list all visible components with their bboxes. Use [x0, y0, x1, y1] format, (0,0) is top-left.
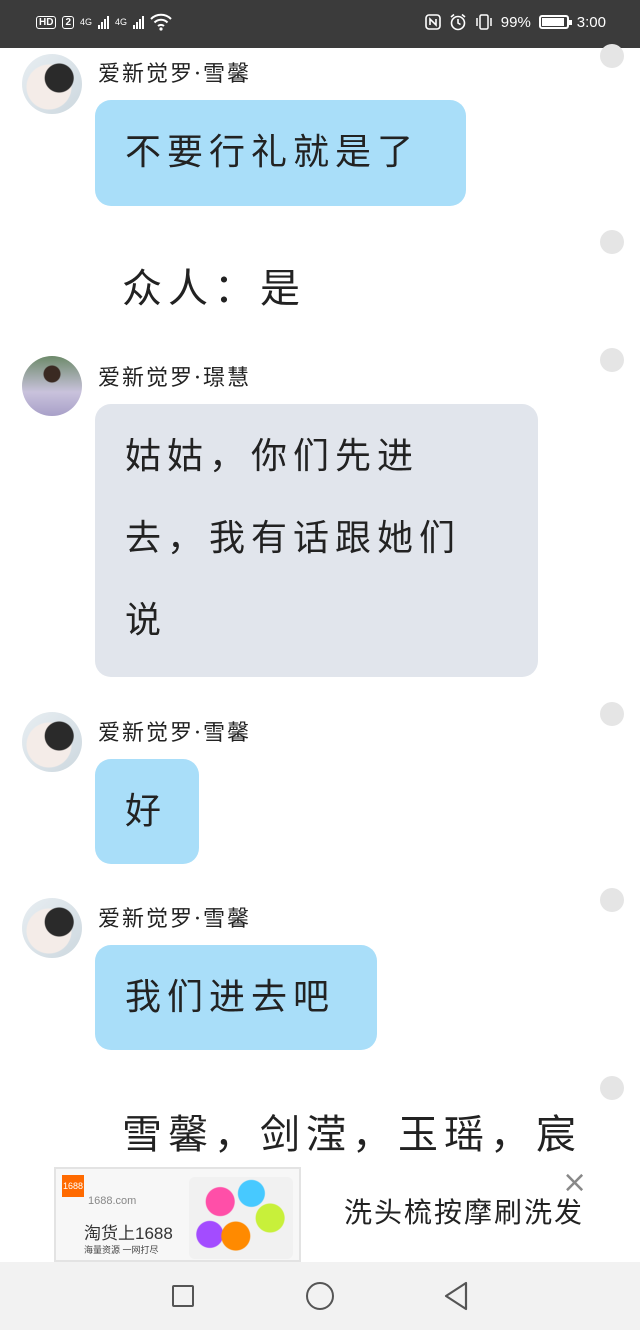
ad-banner[interactable]: 1688 1688.com 淘货上1688 海量资源 一网打尽 × 洗头梳按摩刷…: [0, 1165, 640, 1262]
status-bar: HD 2 4G 4G 99% 3:00: [0, 0, 640, 48]
message-line: 去，我有话跟她们: [125, 518, 462, 559]
recents-icon[interactable]: [172, 1285, 194, 1307]
select-dot[interactable]: [600, 888, 624, 912]
select-dot[interactable]: [600, 230, 624, 254]
ad-subline: 海量资源 一网打尽: [84, 1245, 159, 1255]
nfc-icon: [424, 14, 441, 30]
avatar[interactable]: [22, 356, 82, 416]
avatar[interactable]: [22, 54, 82, 114]
message-line: 说: [125, 600, 168, 641]
network-type-2: 4G: [115, 17, 128, 27]
sender-name: 爱新觉罗·雪馨: [98, 721, 251, 746]
avatar[interactable]: [22, 898, 82, 958]
select-dot[interactable]: [600, 44, 624, 68]
battery-icon: [538, 15, 572, 29]
vibrate-icon: [476, 14, 492, 30]
signal-icon: [133, 15, 145, 29]
navigation-bar: [0, 1262, 640, 1330]
sender-name: 爱新觉罗·雪馨: [98, 62, 251, 87]
message-bubble[interactable]: 不要行礼就是了: [95, 100, 466, 206]
wifi-icon: [150, 13, 172, 31]
sender-name: 爱新觉罗·雪馨: [98, 907, 251, 932]
ad-image[interactable]: 1688 1688.com 淘货上1688 海量资源 一网打尽: [54, 1167, 301, 1262]
message-line: 姑姑，你们先进: [125, 436, 420, 477]
narration-text[interactable]: 雪馨，剑滢，玉瑶，宸: [122, 1102, 582, 1160]
battery-percent: 99%: [500, 13, 531, 31]
message-bubble[interactable]: 好: [95, 759, 199, 864]
home-icon[interactable]: [306, 1282, 334, 1310]
sender-name: 爱新觉罗·璟慧: [98, 366, 251, 391]
network-type-1: 4G: [80, 17, 93, 27]
clock: 3:00: [576, 13, 606, 31]
select-dot[interactable]: [600, 1076, 624, 1100]
ad-url: 1688.com: [88, 1195, 137, 1207]
back-icon[interactable]: [442, 1280, 470, 1312]
signal-icon: [98, 15, 110, 29]
ad-product-image: [189, 1177, 293, 1259]
select-dot[interactable]: [600, 702, 624, 726]
ad-headline: 淘货上1688: [84, 1224, 173, 1243]
hd-icon: HD: [36, 15, 57, 29]
alarm-icon: [450, 13, 466, 31]
narration-text[interactable]: 众人：是: [122, 256, 306, 314]
ad-logo: 1688: [62, 1175, 84, 1197]
sim-badge: 2: [62, 15, 75, 29]
message-bubble[interactable]: 我们进去吧: [95, 945, 377, 1050]
ad-title[interactable]: 洗头梳按摩刷洗发: [344, 1191, 584, 1231]
message-bubble[interactable]: 姑姑，你们先进 去，我有话跟她们 说: [95, 404, 538, 677]
avatar[interactable]: [22, 712, 82, 772]
select-dot[interactable]: [600, 348, 624, 372]
